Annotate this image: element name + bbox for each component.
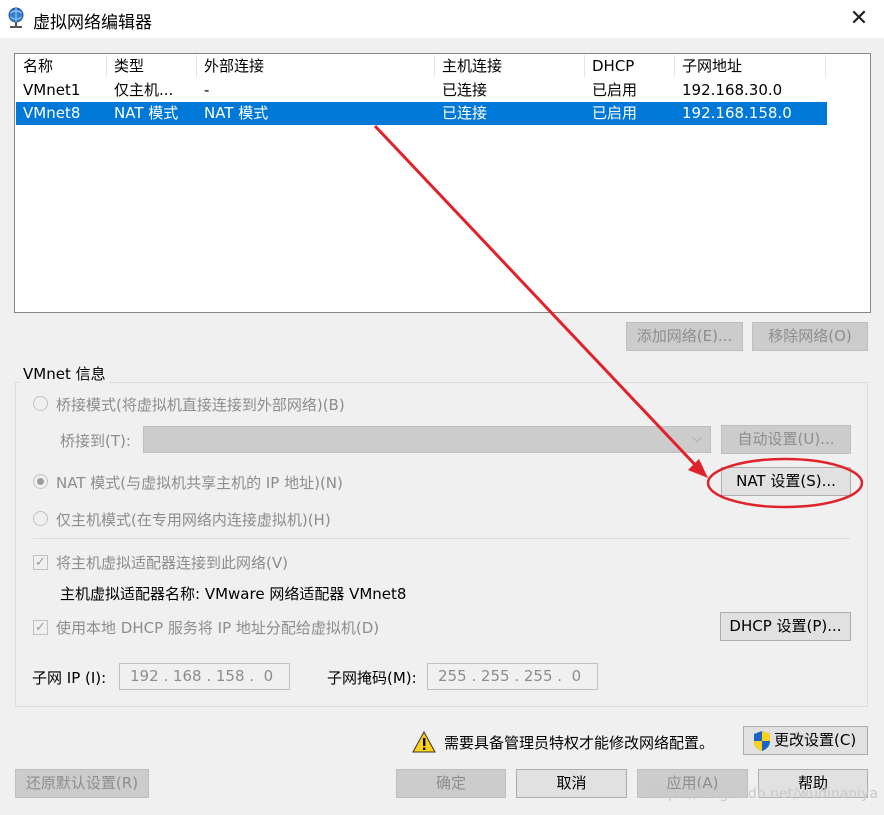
column-header-name[interactable]: 名称 — [16, 55, 107, 77]
host-only-radio[interactable] — [33, 511, 48, 526]
watermark: https://blog.csdn.net/wudinaniya — [648, 786, 878, 802]
table-row[interactable]: VMnet1 仅主机... - 已连接 已启用 192.168.30.0 — [16, 79, 827, 102]
cell-name: VMnet8 — [23, 104, 81, 122]
cell-host-connection: 已连接 — [442, 104, 488, 122]
vmnet-info-label: VMnet 信息 — [20, 363, 109, 384]
nat-mode-label: NAT 模式(与虚拟机共享主机的 IP 地址)(N) — [56, 474, 343, 492]
ok-button[interactable]: 确定 — [396, 769, 506, 798]
bridge-mode-radio[interactable] — [33, 396, 48, 411]
cell-external: NAT 模式 — [204, 104, 269, 122]
title-bar: 虚拟网络编辑器 ✕ — [0, 0, 884, 38]
change-settings-button[interactable]: 更改设置(C) — [743, 726, 868, 755]
table-row-selected[interactable]: VMnet8 NAT 模式 NAT 模式 已连接 已启用 192.168.158… — [16, 102, 827, 125]
network-list[interactable]: 名称 类型 外部连接 主机连接 DHCP 子网地址 VMnet1 仅主机... … — [14, 53, 871, 313]
column-header-external[interactable]: 外部连接 — [197, 55, 435, 77]
uac-shield-icon — [754, 731, 770, 751]
column-header-dhcp[interactable]: DHCP — [585, 55, 675, 77]
divider — [33, 538, 850, 539]
nat-mode-radio[interactable] — [33, 474, 48, 489]
cell-subnet: 192.168.158.0 — [682, 104, 792, 122]
connect-adapter-checkbox[interactable]: ✓ — [33, 555, 48, 570]
bridge-to-label: 桥接到(T): — [60, 432, 131, 450]
cell-type: 仅主机... — [114, 81, 174, 99]
connect-adapter-label: 将主机虚拟适配器连接到此网络(V) — [56, 554, 288, 572]
cell-name: VMnet1 — [23, 81, 81, 99]
warning-icon — [412, 731, 436, 753]
cell-dhcp: 已启用 — [592, 81, 638, 99]
change-settings-label: 更改设置(C) — [774, 731, 857, 749]
cell-subnet: 192.168.30.0 — [682, 81, 783, 99]
network-globe-icon — [8, 7, 24, 28]
admin-warning-text: 需要具备管理员特权才能修改网络配置。 — [444, 734, 715, 752]
cancel-button[interactable]: 取消 — [516, 769, 627, 798]
chevron-down-icon: ⌵ — [692, 431, 702, 446]
subnet-ip-field[interactable]: 192 . 168 . 158 . 0 — [119, 663, 290, 690]
dhcp-settings-button[interactable]: DHCP 设置(P)... — [720, 612, 851, 641]
cell-host-connection: 已连接 — [442, 81, 488, 99]
auto-settings-button[interactable]: 自动设置(U)... — [721, 425, 851, 454]
cell-type: NAT 模式 — [114, 104, 179, 122]
window-title: 虚拟网络编辑器 — [33, 13, 152, 33]
host-only-label: 仅主机模式(在专用网络内连接虚拟机)(H) — [56, 511, 331, 529]
cell-dhcp: 已启用 — [592, 104, 638, 122]
column-header-host-connection[interactable]: 主机连接 — [435, 55, 585, 77]
column-header-subnet[interactable]: 子网地址 — [675, 55, 826, 77]
subnet-ip-label: 子网 IP (I): — [32, 669, 107, 687]
close-icon[interactable]: ✕ — [846, 6, 872, 32]
nat-settings-button[interactable]: NAT 设置(S)... — [721, 467, 851, 496]
restore-defaults-button[interactable]: 还原默认设置(R) — [15, 769, 149, 798]
dhcp-checkbox[interactable]: ✓ — [33, 620, 48, 635]
bridge-to-select[interactable]: ⌵ — [143, 426, 711, 453]
add-network-button[interactable]: 添加网络(E)... — [626, 322, 743, 351]
subnet-mask-field[interactable]: 255 . 255 . 255 . 0 — [427, 663, 598, 690]
dhcp-label: 使用本地 DHCP 服务将 IP 地址分配给虚拟机(D) — [56, 619, 380, 637]
cell-external: - — [204, 81, 210, 99]
adapter-name-text: 主机虚拟适配器名称: VMware 网络适配器 VMnet8 — [60, 585, 407, 603]
bridge-mode-label: 桥接模式(将虚拟机直接连接到外部网络)(B) — [56, 396, 345, 414]
remove-network-button[interactable]: 移除网络(O) — [752, 322, 868, 351]
subnet-mask-label: 子网掩码(M): — [327, 669, 417, 687]
column-header-type[interactable]: 类型 — [107, 55, 197, 77]
